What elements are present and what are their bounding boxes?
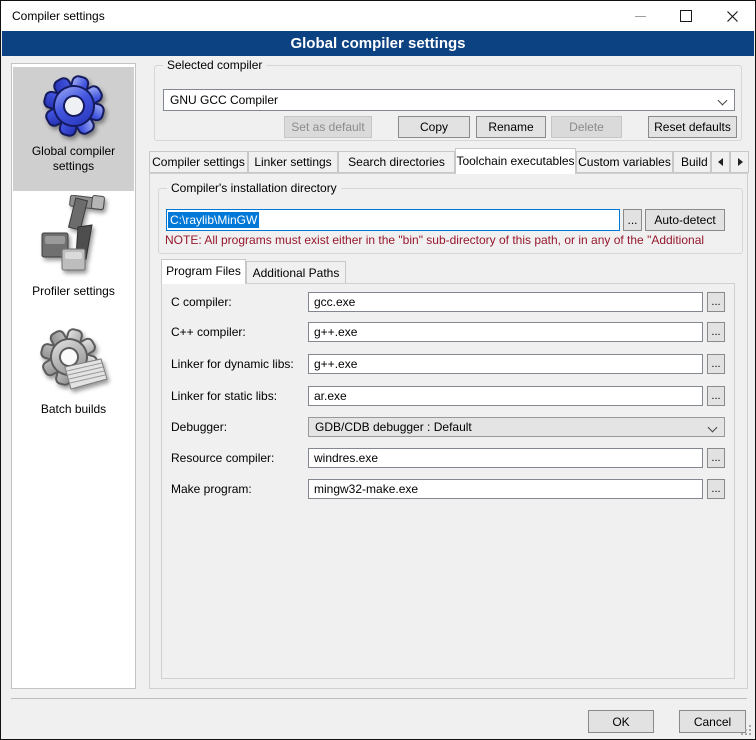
field-row-dynamic-linker: Linker for dynamic libs: g++.exe ... xyxy=(162,354,734,374)
minimize-button[interactable] xyxy=(617,1,663,31)
bin-subdirectory-note: NOTE: All programs must exist either in … xyxy=(165,233,740,247)
sidebar-item-batch-builds[interactable]: Batch builds xyxy=(13,325,134,423)
subtab-program-files[interactable]: Program Files xyxy=(161,259,246,284)
selected-compiler-group: Selected compiler GNU GCC Compiler Set a… xyxy=(154,65,742,141)
reset-defaults-button[interactable]: Reset defaults xyxy=(648,116,737,138)
resource-compiler-input[interactable]: windres.exe xyxy=(308,448,703,468)
maximize-icon xyxy=(680,10,692,22)
make-program-input[interactable]: mingw32-make.exe xyxy=(308,479,703,499)
window-controls xyxy=(617,1,755,31)
cpp-compiler-input[interactable]: g++.exe xyxy=(308,322,703,342)
field-label: C++ compiler: xyxy=(171,322,246,342)
static-linker-input[interactable]: ar.exe xyxy=(308,386,703,406)
selected-compiler-group-title: Selected compiler xyxy=(163,58,266,72)
compiler-select[interactable]: GNU GCC Compiler xyxy=(163,89,735,111)
close-button[interactable] xyxy=(709,1,755,31)
static-linker-browse-button[interactable]: ... xyxy=(707,386,725,406)
cpp-compiler-browse-button[interactable]: ... xyxy=(707,322,725,342)
field-label: Debugger: xyxy=(171,417,227,437)
tab-search-directories[interactable]: Search directories xyxy=(338,151,455,173)
minimize-icon xyxy=(635,16,646,17)
arrow-left-icon xyxy=(718,158,723,166)
maximize-button[interactable] xyxy=(663,1,709,31)
blue-gear-icon xyxy=(41,73,107,139)
installation-directory-input[interactable]: C:\raylib\MinGW xyxy=(166,209,620,231)
sidebar-item-global-compiler-settings[interactable]: Global compiler settings xyxy=(13,67,134,191)
tab-build-options-clipped[interactable]: Build xyxy=(673,151,711,173)
tab-linker-settings[interactable]: Linker settings xyxy=(248,151,338,173)
auto-detect-button[interactable]: Auto-detect xyxy=(645,209,725,231)
toolchain-executables-panel: Compiler's installation directory C:\ray… xyxy=(149,173,748,689)
delete-button[interactable]: Delete xyxy=(551,116,622,138)
copy-button[interactable]: Copy xyxy=(398,116,470,138)
field-row-resource-compiler: Resource compiler: windres.exe ... xyxy=(162,448,734,468)
footer-separator xyxy=(11,698,747,699)
field-row-make-program: Make program: mingw32-make.exe ... xyxy=(162,479,734,499)
sidebar-item-label: Global compiler settings xyxy=(13,144,134,174)
debugger-select-value: GDB/CDB debugger : Default xyxy=(315,420,472,434)
field-label: Linker for static libs: xyxy=(171,386,277,406)
settings-category-sidebar: Global compiler settings Profiler settin… xyxy=(11,63,136,689)
subtab-additional-paths[interactable]: Additional Paths xyxy=(246,261,346,284)
field-row-debugger: Debugger: GDB/CDB debugger : Default xyxy=(162,417,734,437)
resize-grip[interactable] xyxy=(741,725,751,735)
titlebar[interactable]: Compiler settings xyxy=(1,1,755,31)
field-row-c-compiler: C compiler: gcc.exe ... xyxy=(162,292,734,312)
ok-button[interactable]: OK xyxy=(588,710,654,733)
c-compiler-browse-button[interactable]: ... xyxy=(707,292,725,312)
sidebar-item-label: Batch builds xyxy=(41,402,106,417)
field-row-static-linker: Linker for static libs: ar.exe ... xyxy=(162,386,734,406)
installation-directory-value: C:\raylib\MinGW xyxy=(168,212,259,228)
installation-directory-group-title: Compiler's installation directory xyxy=(167,181,341,195)
gray-gear-papers-icon xyxy=(39,327,109,397)
tab-toolchain-executables[interactable]: Toolchain executables xyxy=(455,148,576,174)
program-files-panel: C compiler: gcc.exe ... C++ compiler: g+… xyxy=(161,283,735,679)
window-title: Compiler settings xyxy=(12,1,105,31)
make-program-browse-button[interactable]: ... xyxy=(707,479,725,499)
field-label: Resource compiler: xyxy=(171,448,274,468)
field-label: Make program: xyxy=(171,479,252,499)
tab-compiler-settings[interactable]: Compiler settings xyxy=(149,151,248,173)
field-label: C compiler: xyxy=(171,292,232,312)
tab-scroll-right-button[interactable] xyxy=(730,151,749,173)
compiler-settings-window: Compiler settings Global compiler settin… xyxy=(0,0,756,740)
close-icon xyxy=(727,11,738,22)
tab-custom-variables[interactable]: Custom variables xyxy=(576,151,673,173)
dynamic-linker-input[interactable]: g++.exe xyxy=(308,354,703,374)
debugger-select[interactable]: GDB/CDB debugger : Default xyxy=(308,417,725,437)
field-row-cpp-compiler: C++ compiler: g++.exe ... xyxy=(162,322,734,342)
dialog-title-banner: Global compiler settings xyxy=(2,31,754,56)
installation-directory-browse-button[interactable]: ... xyxy=(623,209,642,231)
sidebar-item-label: Profiler settings xyxy=(32,284,115,299)
chevron-down-icon xyxy=(709,424,717,432)
rename-button[interactable]: Rename xyxy=(476,116,546,138)
tab-scroll-left-button[interactable] xyxy=(711,151,730,173)
cancel-button[interactable]: Cancel xyxy=(679,710,746,733)
arrow-right-icon xyxy=(738,158,743,166)
chevron-down-icon xyxy=(719,97,727,105)
settings-tab-strip: Compiler settings Linker settings Search… xyxy=(149,148,749,173)
field-label: Linker for dynamic libs: xyxy=(171,354,294,374)
caliper-icon xyxy=(36,195,112,279)
compiler-select-value: GNU GCC Compiler xyxy=(170,93,278,107)
resource-compiler-browse-button[interactable]: ... xyxy=(707,448,725,468)
dynamic-linker-browse-button[interactable]: ... xyxy=(707,354,725,374)
sidebar-item-profiler-settings[interactable]: Profiler settings xyxy=(13,191,134,305)
set-as-default-button[interactable]: Set as default xyxy=(284,116,372,138)
c-compiler-input[interactable]: gcc.exe xyxy=(308,292,703,312)
